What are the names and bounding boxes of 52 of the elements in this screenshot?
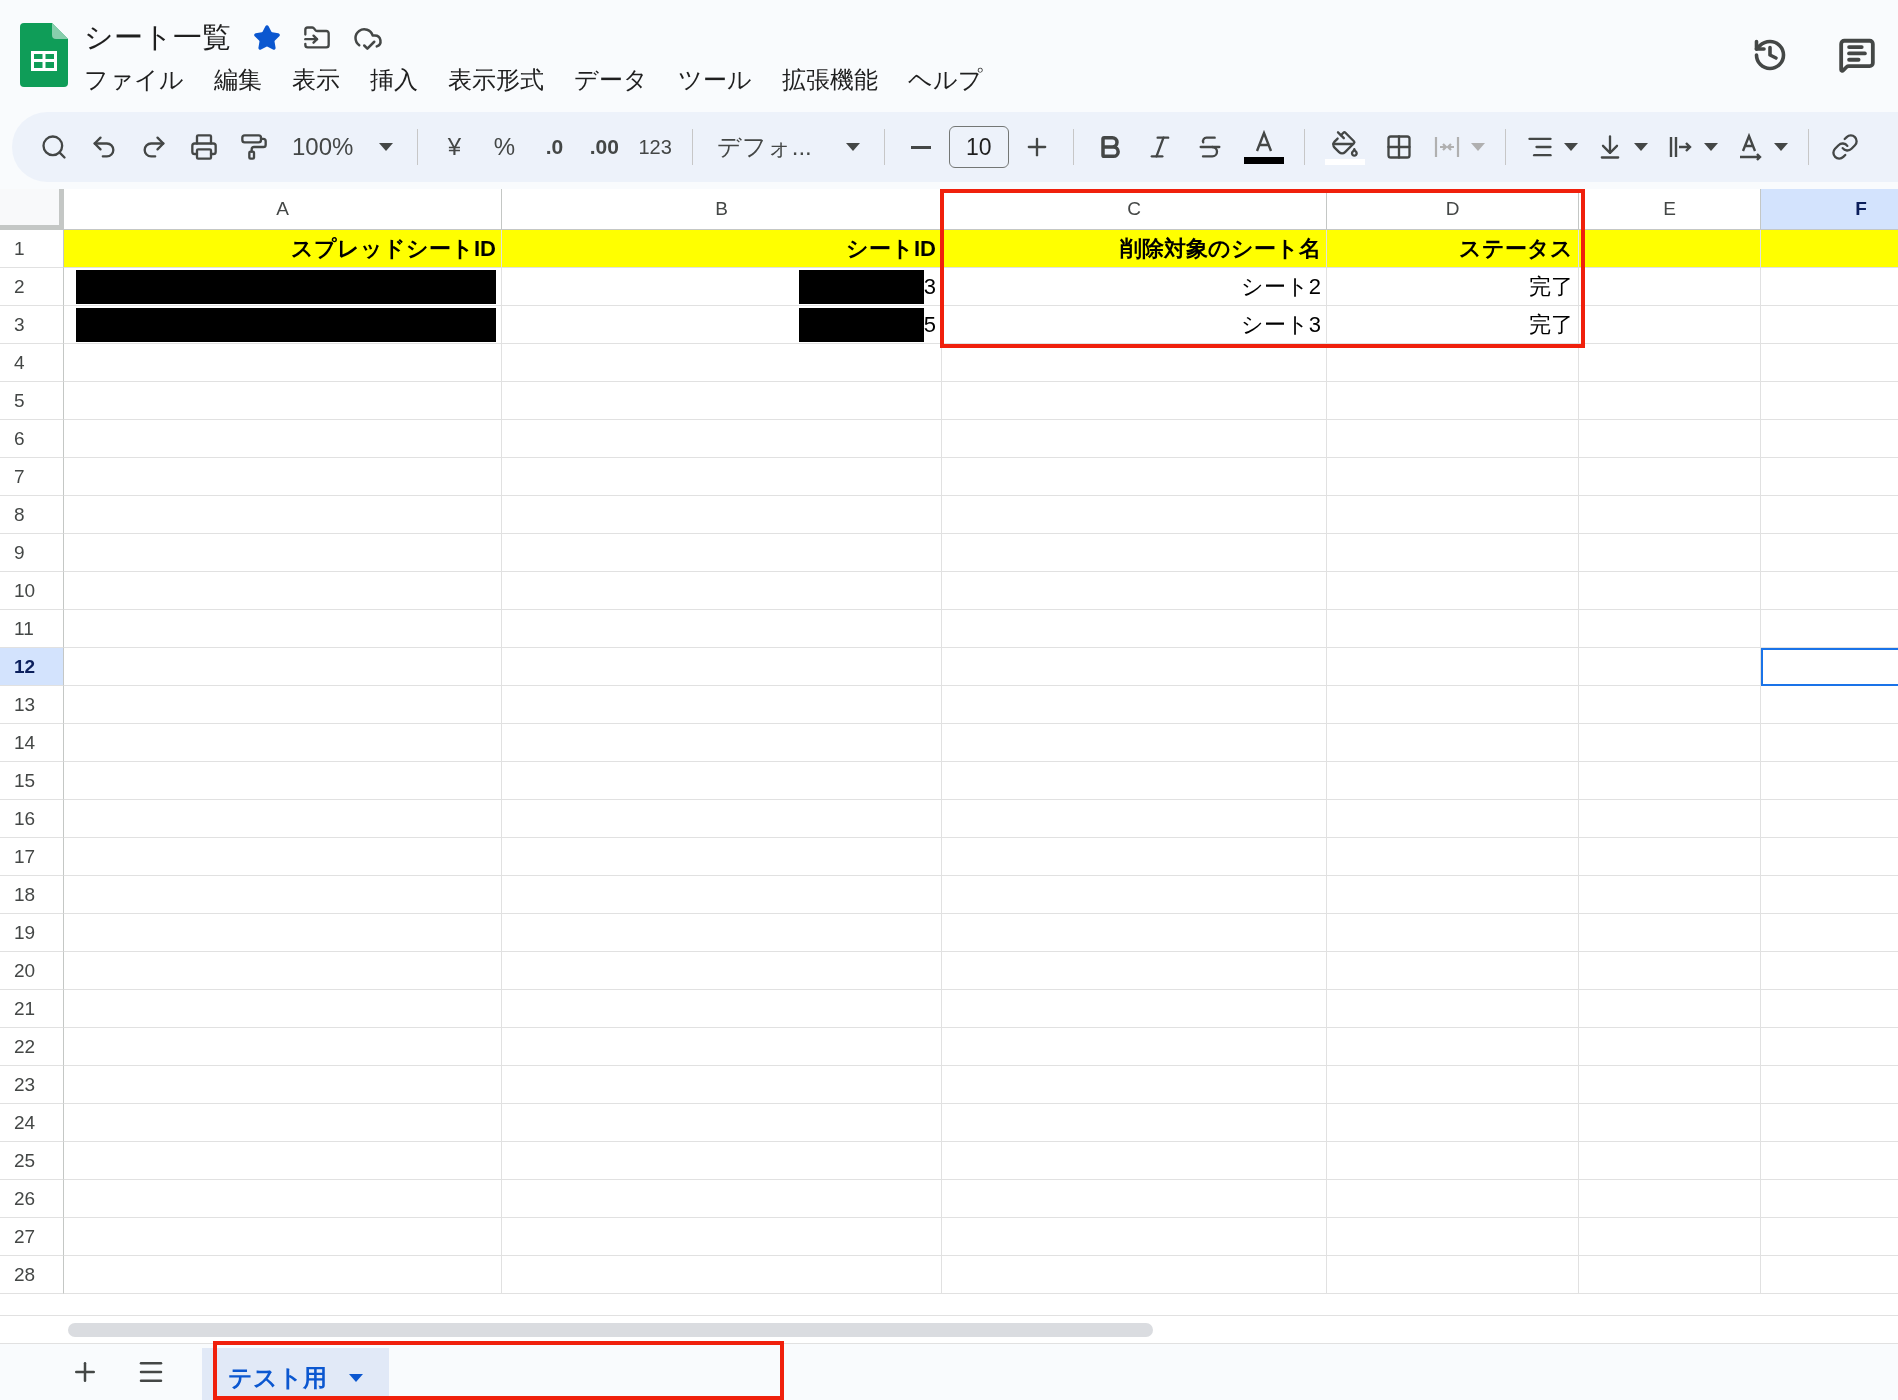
menu-item[interactable]: 表示形式 [448, 64, 544, 96]
caret-icon [1470, 143, 1485, 151]
printer-icon [190, 133, 218, 161]
star-icon[interactable] [253, 24, 281, 52]
zoom-dropdown[interactable]: 100% [282, 125, 404, 169]
caret-icon [379, 143, 394, 151]
minus-icon [910, 145, 931, 149]
menu-item[interactable]: ツール [678, 64, 752, 96]
menu-item[interactable]: 拡張機能 [782, 64, 878, 96]
increase-decimal-button[interactable]: .00 [582, 125, 627, 169]
color-swatch [1324, 158, 1365, 165]
link-icon [1830, 133, 1859, 161]
menu-item[interactable]: ヘルプ [908, 64, 983, 96]
menu-item[interactable]: 表示 [292, 64, 340, 96]
font-dropdown[interactable]: デフォ... [706, 125, 870, 169]
table-cell: シートID [502, 230, 942, 268]
search-icon [40, 133, 68, 161]
menu-item[interactable]: 挿入 [370, 64, 418, 96]
cell-text: 3 [923, 273, 936, 300]
comment-icon[interactable] [1838, 36, 1876, 74]
paint-roller-icon [240, 133, 268, 161]
spreadsheet-logo[interactable] [20, 23, 68, 87]
menu-item[interactable]: 編集 [214, 64, 262, 96]
caret-icon [349, 1374, 363, 1382]
text-color-icon [1243, 129, 1284, 165]
sheet-tab[interactable]: テスト用 [202, 1348, 389, 1400]
grid-icon [1384, 133, 1413, 161]
table-cell: 削除対象のシート名 [942, 230, 1327, 268]
paint-bucket-icon [1330, 129, 1359, 158]
decrease-decimal-button[interactable]: .0 [532, 125, 577, 169]
table-cell: ステータス [1327, 230, 1579, 268]
menu-item[interactable]: ファイル [84, 64, 184, 96]
document-title[interactable]: シート一覧 [84, 18, 231, 58]
caret-icon [845, 143, 860, 151]
column-header[interactable]: E [1579, 189, 1761, 230]
number-format-button[interactable]: 123 [632, 125, 678, 169]
caret-icon [1633, 143, 1648, 151]
menu-item[interactable]: データ [574, 64, 648, 96]
percent-button[interactable]: % [482, 125, 527, 169]
column-header[interactable]: A [64, 189, 502, 230]
font-size-field[interactable]: 10 [948, 126, 1009, 168]
table-cell: スプレッドシートID [64, 230, 502, 268]
scrollbar-thumb[interactable] [68, 1322, 1153, 1337]
folder-icon[interactable] [303, 24, 331, 52]
history-icon[interactable] [1752, 37, 1788, 73]
caret-icon [1563, 143, 1578, 151]
column-header[interactable]: F [1761, 189, 1898, 230]
cell-text: 5 [923, 311, 936, 338]
caret-icon [1773, 143, 1788, 151]
currency-button[interactable]: ¥ [432, 125, 477, 169]
caret-icon [1703, 143, 1718, 151]
row-header[interactable]: 12 [0, 648, 64, 686]
